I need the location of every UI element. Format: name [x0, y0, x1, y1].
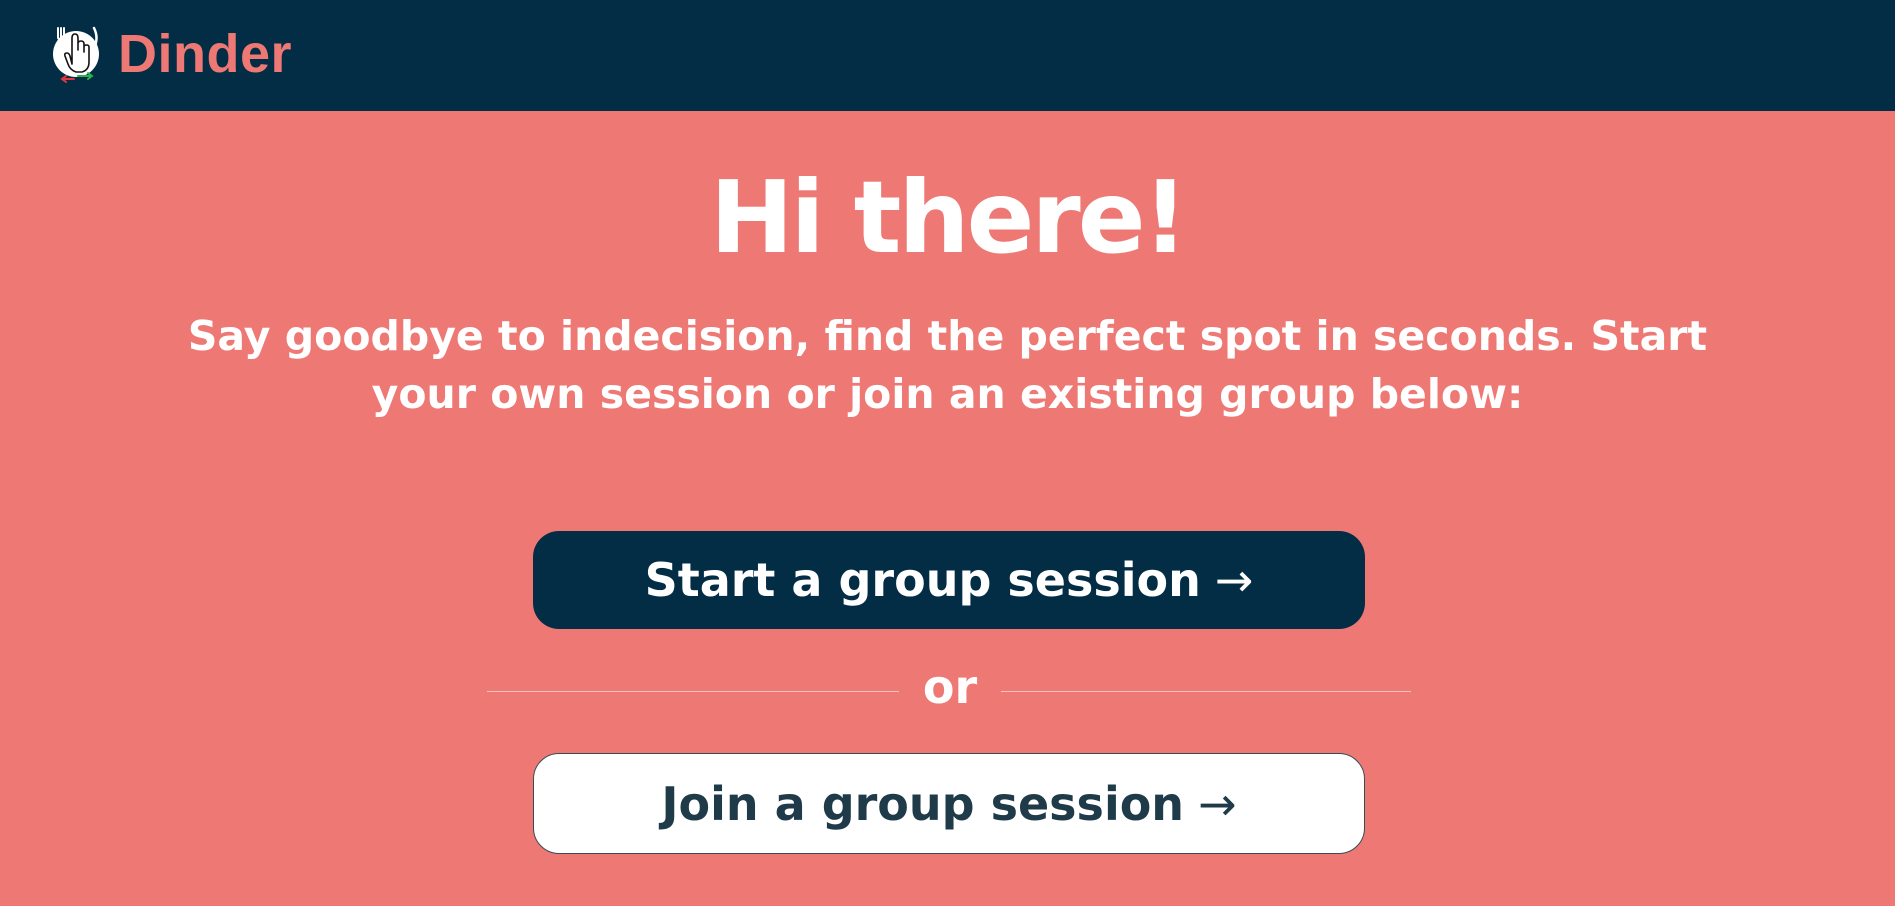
brand-home-link[interactable]: Dinder [52, 24, 292, 84]
arrow-right-icon: → [1198, 776, 1237, 831]
brand-name: Dinder [118, 24, 293, 84]
main-content: Hi there! Say goodbye to indecision, fin… [0, 111, 1895, 906]
page-subtitle: Say goodbye to indecision, find the perf… [187, 312, 1708, 418]
top-navbar: Dinder [0, 0, 1895, 111]
divider-line-right [1001, 691, 1411, 692]
divider-or-text: or [922, 660, 978, 714]
join-group-session-button[interactable]: Join a group session → [533, 753, 1365, 854]
start-button-label: Start a group session [644, 553, 1201, 607]
divider-line-left [487, 691, 899, 692]
start-group-session-button[interactable]: Start a group session → [533, 531, 1365, 629]
join-button-label: Join a group session [661, 776, 1185, 831]
hand-swipe-logo-icon [53, 26, 99, 83]
arrow-right-icon: → [1214, 553, 1254, 607]
page-title: Hi there! [709, 159, 1188, 276]
